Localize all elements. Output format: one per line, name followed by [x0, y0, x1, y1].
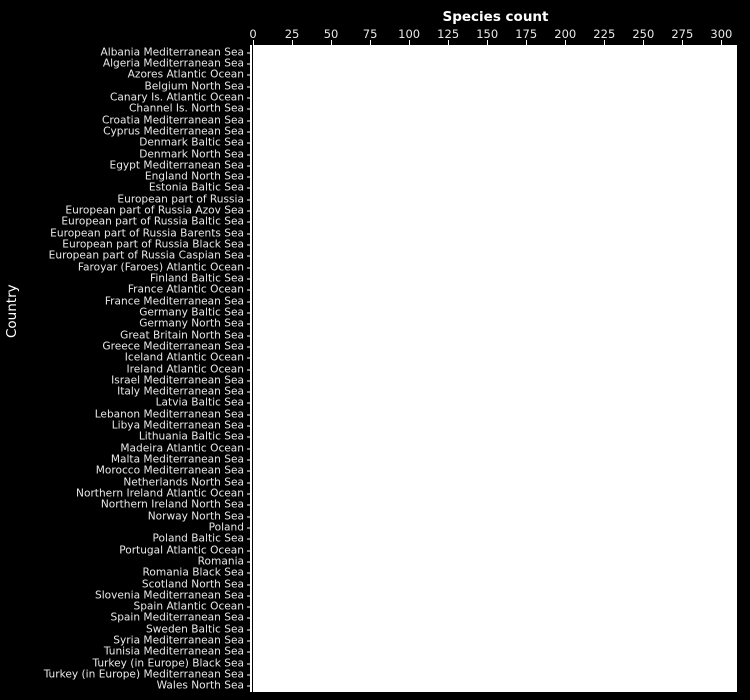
y-tick-label: Norway North Sea [147, 510, 244, 523]
y-tick-mark [247, 391, 250, 393]
x-tick-label: 300 [710, 27, 733, 41]
y-tick-mark [247, 63, 250, 65]
y-axis-tick-labels: Albania Mediterranean Sea Algeria Mediter… [0, 47, 250, 692]
x-tick-label: 50 [323, 27, 339, 41]
y-tick-mark [247, 617, 250, 619]
y-tick-mark [247, 323, 250, 325]
y-tick-mark [247, 165, 250, 167]
x-tick-label: 200 [554, 27, 577, 41]
x-tick-label: 25 [284, 27, 300, 41]
y-tick-mark [247, 233, 250, 235]
y-tick-mark [247, 301, 250, 303]
y-tick-mark [247, 380, 250, 382]
y-tick-mark [247, 289, 250, 291]
axis-spine-left [250, 45, 252, 692]
y-tick-mark [247, 210, 250, 212]
y-tick-mark [247, 278, 250, 280]
chart-figure: Species count Country 0 25 50 75 100 125 150 17… [0, 0, 750, 700]
x-tick-label: 225 [593, 27, 616, 41]
y-tick-mark [247, 108, 250, 110]
y-tick-mark [247, 651, 250, 653]
y-tick-mark [247, 244, 250, 246]
y-tick-mark [247, 550, 250, 552]
x-axis-title: Species count [442, 9, 549, 25]
y-tick-mark [247, 154, 250, 155]
y-tick-mark [247, 74, 250, 76]
x-tick-label: 75 [362, 27, 378, 41]
y-tick-mark [247, 572, 250, 574]
x-tick-label: 0 [249, 27, 257, 41]
y-tick-mark [247, 595, 250, 597]
y-tick-mark [247, 142, 250, 144]
y-tick-mark [247, 561, 250, 563]
y-tick-mark [247, 187, 250, 189]
y-tick-mark [247, 414, 250, 416]
y-tick-mark [247, 493, 250, 495]
y-tick-mark [247, 255, 250, 257]
y-tick-mark [247, 448, 250, 450]
y-tick-mark [247, 335, 250, 337]
y-tick-mark [247, 425, 250, 427]
y-tick-mark [247, 584, 250, 585]
y-tick-mark [247, 504, 250, 506]
y-tick-mark [247, 470, 250, 472]
y-tick-mark [247, 516, 250, 518]
y-tick-mark [247, 221, 250, 223]
y-tick-mark [247, 629, 250, 631]
y-tick-mark [247, 120, 250, 122]
x-tick-label: 250 [632, 27, 655, 41]
y-tick-mark [247, 199, 250, 201]
y-tick-mark [247, 459, 250, 461]
y-tick-mark [247, 538, 250, 540]
y-tick-mark [247, 663, 250, 665]
y-tick-label: Wales North Sea [156, 679, 244, 692]
x-tick-label: 100 [398, 27, 421, 41]
y-tick-mark [247, 436, 250, 438]
y-tick-mark [247, 357, 250, 359]
y-tick-mark [247, 369, 250, 370]
y-tick-mark [247, 86, 250, 88]
y-tick-mark [247, 482, 250, 484]
x-tick-label: 125 [437, 27, 460, 41]
y-tick-mark [247, 346, 250, 348]
y-tick-mark [247, 640, 250, 642]
y-tick-mark [247, 52, 250, 54]
y-tick-mark [247, 606, 250, 608]
y-tick-mark [247, 97, 250, 99]
y-tick-mark [247, 674, 250, 676]
y-tick-mark [247, 267, 250, 269]
y-tick-mark [247, 685, 250, 687]
y-tick-mark [247, 527, 250, 529]
plot-area[interactable] [253, 47, 737, 692]
y-tick-mark [247, 402, 250, 404]
y-tick-mark [247, 176, 250, 178]
y-tick-mark [247, 131, 250, 133]
x-tick-label: 175 [515, 27, 538, 41]
x-tick-label: 275 [671, 27, 694, 41]
x-tick-label: 150 [476, 27, 499, 41]
y-tick-mark [247, 312, 250, 314]
